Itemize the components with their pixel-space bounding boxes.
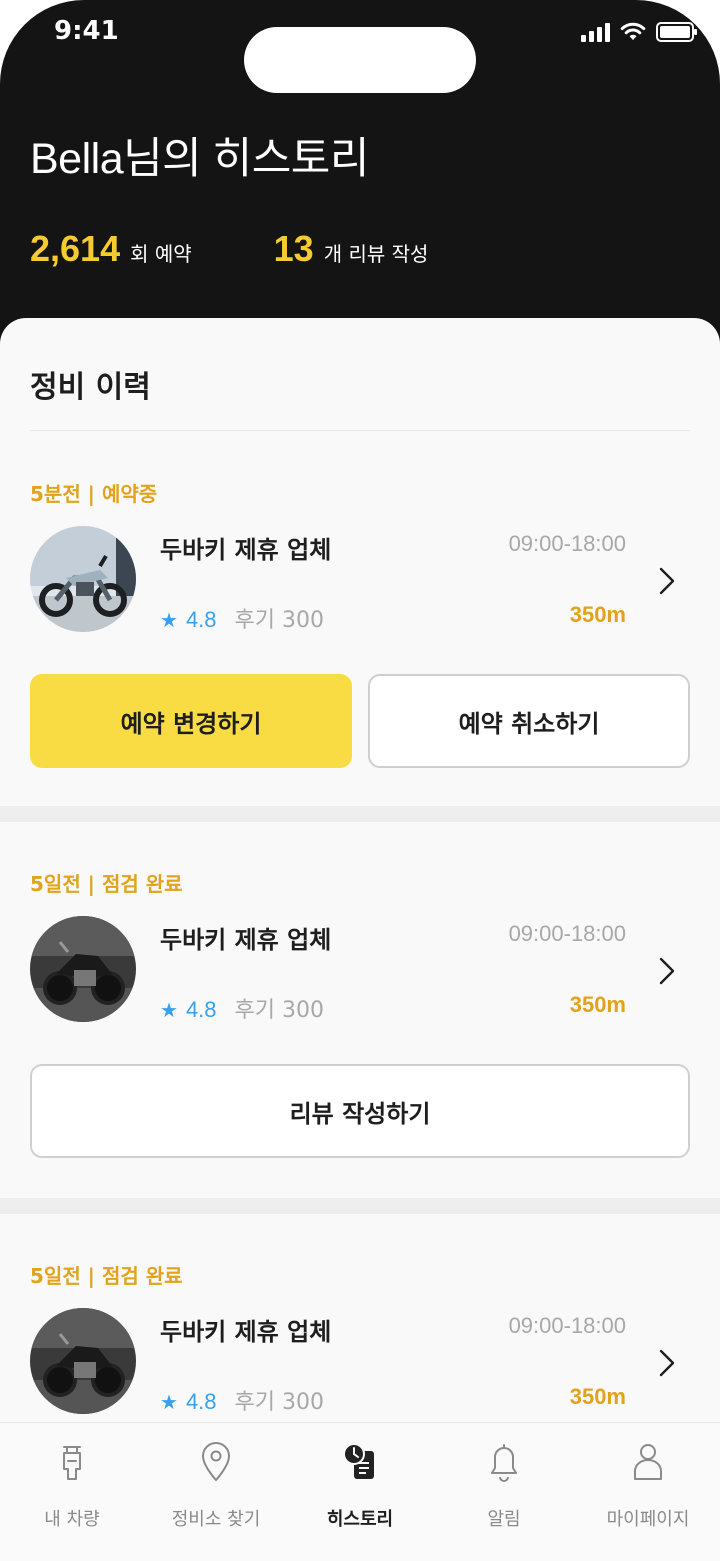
history-card: 5분전 | 예약중 두바키 제휴 업체 09:00-18:00 ★ 4.8 후기…	[0, 468, 720, 806]
rating-row: ★ 4.8 후기 300	[160, 1384, 324, 1416]
tab-my-page[interactable]: 마이페이지	[576, 1423, 720, 1561]
distance: 350m	[569, 992, 626, 1017]
card-status: 5일전 | 점검 완료	[30, 1264, 183, 1288]
tab-history[interactable]: 히스토리	[288, 1423, 432, 1561]
dynamic-island	[244, 27, 476, 93]
phone-screen: 9:41 Bella님의 히스토리 2,614 회 예약 13 개 리뷰 작성	[0, 0, 720, 1561]
battery-icon	[656, 22, 697, 42]
distance: 350m	[569, 602, 626, 627]
page-title: Bella님의 히스토리	[30, 135, 369, 183]
rating-row: ★ 4.8 후기 300	[160, 602, 324, 634]
history-header: 9:41 Bella님의 히스토리 2,614 회 예약 13 개 리뷰 작성	[0, 0, 720, 360]
stat-value: 2,614	[30, 228, 121, 269]
tab-label: 히스토리	[326, 1509, 394, 1530]
review-count: 후기 300	[234, 998, 324, 1023]
maintenance-history-panel: 정비 이력 5분전 | 예약중 두바키 제휴 업체 09:00-18:00 ★ …	[0, 318, 720, 1428]
stat-reviews: 13 개 리뷰 작성	[274, 228, 429, 270]
scooter-icon	[63, 1446, 81, 1480]
stat-label: 회 예약	[130, 242, 192, 266]
history-clock-icon	[343, 1443, 374, 1479]
chevron-right-icon[interactable]	[652, 566, 682, 596]
stat-reservations: 2,614 회 예약	[30, 228, 192, 270]
write-review-button[interactable]: 리뷰 작성하기	[30, 1064, 690, 1158]
tab-label: 알림	[487, 1509, 521, 1530]
cellular-signal-icon	[581, 22, 610, 42]
history-stats: 2,614 회 예약 13 개 리뷰 작성	[30, 228, 428, 270]
chevron-right-icon[interactable]	[652, 1348, 682, 1378]
tab-find-shop[interactable]: 정비소 찾기	[144, 1423, 288, 1561]
status-time: 9:41	[54, 16, 119, 46]
stat-label: 개 리뷰 작성	[323, 242, 429, 266]
tab-label: 마이페이지	[606, 1509, 690, 1530]
person-icon	[634, 1444, 662, 1480]
section-title: 정비 이력	[30, 370, 151, 405]
shop-name: 두바키 제휴 업체	[160, 926, 332, 954]
shop-thumbnail[interactable]	[30, 916, 136, 1022]
status-icons	[581, 22, 697, 42]
rating-value: 4.8	[185, 607, 217, 632]
silver-motorcycle-image	[30, 526, 136, 632]
chevron-right-icon[interactable]	[652, 956, 682, 986]
location-pin-icon	[201, 1442, 231, 1482]
rating-value: 4.8	[185, 997, 217, 1022]
black-cruiser-motorcycle-image	[30, 916, 136, 1022]
review-count: 후기 300	[234, 1390, 324, 1415]
card-status: 5분전 | 예약중	[30, 482, 158, 506]
stat-value: 13	[273, 228, 314, 269]
rating-row: ★ 4.8 후기 300	[160, 992, 324, 1024]
business-hours: 09:00-18:00	[508, 1313, 626, 1338]
divider	[30, 430, 690, 431]
tab-notifications[interactable]: 알림	[432, 1423, 576, 1561]
business-hours: 09:00-18:00	[508, 921, 626, 946]
shop-thumbnail[interactable]	[30, 526, 136, 632]
card-separator	[0, 806, 720, 822]
bottom-tab-bar: 내 차량 정비소 찾기 히스토리 알림 마이페이지	[0, 1422, 720, 1561]
review-count: 후기 300	[234, 608, 324, 633]
card-status: 5일전 | 점검 완료	[30, 872, 183, 896]
shop-name: 두바키 제휴 업체	[160, 1318, 332, 1346]
tab-label: 정비소 찾기	[171, 1509, 261, 1530]
rating-value: 4.8	[185, 1389, 217, 1414]
star-icon: ★	[160, 608, 178, 632]
bell-icon	[491, 1444, 517, 1482]
black-cruiser-motorcycle-image	[30, 1308, 136, 1414]
distance: 350m	[569, 1384, 626, 1409]
wifi-icon	[620, 22, 646, 40]
cancel-reservation-button[interactable]: 예약 취소하기	[368, 674, 690, 768]
shop-thumbnail[interactable]	[30, 1308, 136, 1414]
history-card: 5일전 | 점검 완료 두바키 제휴 업체 09:00-18:00 ★ 4.8	[0, 822, 720, 1198]
shop-name: 두바키 제휴 업체	[160, 536, 332, 564]
history-card: 5일전 | 점검 완료 두바키 제휴 업체 09:00-18:00 ★ 4.8	[0, 1214, 720, 1428]
business-hours: 09:00-18:00	[508, 531, 626, 556]
tab-label: 내 차량	[44, 1509, 100, 1530]
card-separator	[0, 1198, 720, 1214]
star-icon: ★	[160, 998, 178, 1022]
tab-my-vehicle[interactable]: 내 차량	[0, 1423, 144, 1561]
star-icon: ★	[160, 1390, 178, 1414]
change-reservation-button[interactable]: 예약 변경하기	[30, 674, 352, 768]
